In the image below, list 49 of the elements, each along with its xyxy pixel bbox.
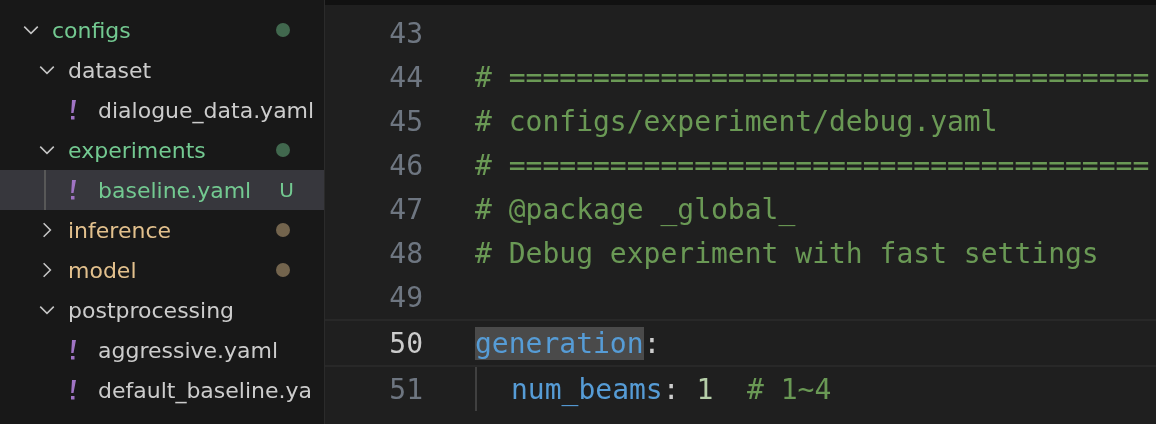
git-status-letter: U xyxy=(279,178,294,202)
item-label: configs xyxy=(52,17,131,43)
code-token: # 1~4 xyxy=(746,372,832,406)
exclamation-icon xyxy=(68,339,78,361)
file-item[interactable]: baseline.yaml U xyxy=(0,170,324,210)
code-token: # @package _global_ xyxy=(475,192,796,226)
folder-item[interactable]: inference xyxy=(0,210,324,250)
item-label: postprocessing xyxy=(68,297,235,323)
line-number: 43 xyxy=(388,16,423,50)
exclamation-icon xyxy=(68,179,78,201)
file-item[interactable]: dialogue_data.yaml xyxy=(0,90,324,130)
line-number: 45 xyxy=(388,104,423,138)
item-label: experiments xyxy=(68,137,206,163)
file-item[interactable]: default_baseline.ya xyxy=(0,370,324,410)
folder-item[interactable]: model xyxy=(0,250,324,290)
folder-item[interactable]: dataset xyxy=(0,50,324,90)
exclamation-icon xyxy=(68,99,78,121)
code-token: # ====================================== xyxy=(475,60,1150,94)
item-label: model xyxy=(68,257,137,283)
status-dot xyxy=(276,23,290,37)
code-token: # Debug experiment with fast settings xyxy=(475,236,1099,270)
line-number: 46 xyxy=(388,148,423,182)
line-number: 48 xyxy=(388,236,423,270)
line-number: 47 xyxy=(388,192,423,226)
code-token: : xyxy=(662,372,681,406)
exclamation-icon xyxy=(68,379,78,401)
folder-item[interactable]: postprocessing xyxy=(0,290,324,330)
item-label: dataset xyxy=(68,57,152,83)
code-token: num_beams xyxy=(511,372,663,406)
status-dot xyxy=(276,143,290,157)
status-dot xyxy=(276,223,290,237)
line-number: 51 xyxy=(388,372,423,406)
line-number: 44 xyxy=(388,60,423,94)
folder-item[interactable]: experiments xyxy=(0,130,324,170)
item-label: inference xyxy=(68,217,171,243)
item-label: baseline.yaml xyxy=(98,177,252,203)
item-label: dialogue_data.yaml xyxy=(98,97,315,123)
code-token: generation xyxy=(475,326,644,360)
item-label: default_baseline.ya xyxy=(98,377,313,403)
code-token: 1 xyxy=(696,372,714,406)
line-number: 49 xyxy=(388,280,423,314)
status-dot xyxy=(276,263,290,277)
folder-item[interactable]: configs xyxy=(0,10,324,50)
line-number: 50 xyxy=(388,326,423,360)
file-item[interactable]: aggressive.yaml xyxy=(0,330,324,370)
code-token: : xyxy=(643,326,661,360)
item-label: aggressive.yaml xyxy=(98,337,279,363)
code-token: # configs/experiment/debug.yaml xyxy=(475,104,998,138)
code-token: # ====================================== xyxy=(475,148,1150,182)
